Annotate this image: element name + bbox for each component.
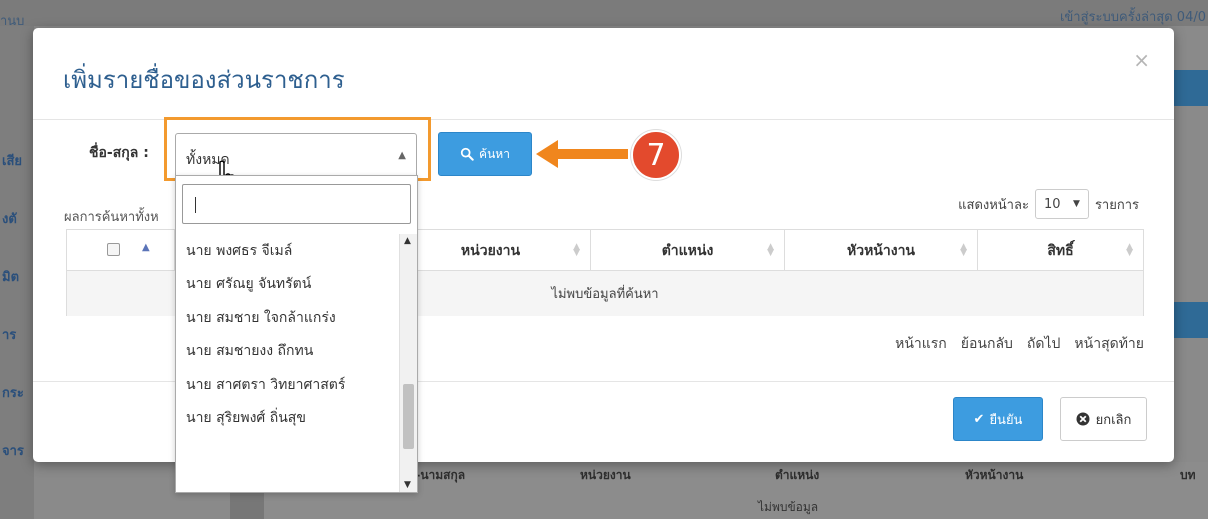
cancel-button-label: ยกเลิก [1095,411,1132,427]
dropdown-options-list: นาย พงศธร จีเมล์ นาย ศรัณยู จันทรัตน์ นา… [176,234,397,492]
dropdown-option[interactable]: นาย ศรัณยู จันทรัตน์ [176,268,397,302]
scroll-up-icon[interactable]: ▲ [404,236,411,246]
background-topbar: านบ เข้าสู่ระบบครั้งล่าสุด 04/0 [0,0,1208,29]
background-panel-header [1174,302,1208,338]
check-icon: ✔ [973,411,985,426]
background-table-header: หัวหน้างาน [965,468,1024,482]
search-button[interactable]: ค้นหา [438,132,532,176]
caret-up-icon: ▲ [398,150,406,161]
pager-previous[interactable]: ย้อนกลับ [961,333,1013,355]
background-table-header: บท [1180,468,1196,482]
cancel-button[interactable]: ยกเลิก [1060,397,1147,441]
pagination: หน้าแรก ย้อนกลับ ถัดไป หน้าสุดท้าย [895,333,1144,355]
page-size-suffix: รายการ [1094,197,1139,213]
annotation-arrow-icon [536,140,628,168]
last-login-text: เข้าสู่ระบบครั้งล่าสุด 04/0 [1059,10,1206,25]
modal-title: เพิ่มรายชื่อของส่วนราชการ [63,66,345,94]
background-panel-header [1174,70,1208,106]
sort-icon: ▲ ▼ [767,242,774,258]
caret-down-icon: ▼ [1073,199,1080,209]
close-icon[interactable]: × [1133,48,1150,72]
sidebar-item[interactable]: จาร [2,440,24,461]
scrollbar-thumb[interactable] [403,384,414,449]
sort-icon: ▲ ▼ [960,242,967,258]
background-table-header: หน่วยงาน [580,468,631,482]
page-size-label: แสดงหน้าละ [958,197,1029,213]
dropdown-option[interactable]: นาย สมชาย ใจกล้าแกร่ง [176,301,397,335]
pager-next[interactable]: ถัดไป [1027,333,1061,355]
sidebar-item[interactable]: งตั [2,208,17,229]
sidebar-item[interactable]: าร [2,324,16,345]
sort-icon: ▲ ▼ [573,242,580,258]
text-caret [195,197,196,213]
page-size-value: 10 [1043,196,1061,212]
dropdown-option[interactable]: นาย สาศตรา วิทยาศาสตร์ [176,368,397,402]
dropdown-search-input[interactable] [182,184,411,224]
dropdown-scrollbar[interactable]: ▲ ▼ [399,234,417,492]
table-header-select: ▲ [67,230,175,271]
pager-first[interactable]: หน้าแรก [895,333,947,355]
table-header-position[interactable]: ตำแหน่ง ▲ ▼ [591,230,785,271]
cancel-circle-icon [1076,412,1090,426]
table-header-label: สิทธิ์ [1047,242,1074,259]
search-icon [460,147,474,161]
confirm-button[interactable]: ✔ ยืนยัน [953,397,1043,441]
page-size-select[interactable]: 10 ▼ [1034,189,1089,219]
search-button-label: ค้นหา [479,146,510,161]
table-header-label: หน่วยงาน [460,242,521,259]
table-header-supervisor[interactable]: หัวหน้างาน ▲ ▼ [785,230,978,271]
dropdown-option[interactable]: นาย สมชายงง ถึกทน [176,335,397,369]
sidebar-item[interactable]: เสีย [2,150,22,171]
step-number-badge: 7 [631,130,681,180]
table-header-unit[interactable]: หน่วยงาน ▲ ▼ [391,230,591,271]
table-header-rights[interactable]: สิทธิ์ ▲ ▼ [978,230,1143,271]
dropdown-option[interactable]: นาย พงศธร จีเมล์ [176,234,397,268]
name-search-label: ชื่อ-สกุล : [89,145,149,161]
dropdown-option[interactable]: นาย สุริยพงศ์ ถิ่นสุข [176,402,397,436]
page-size-control: แสดงหน้าละ 10 ▼ รายการ [958,189,1139,219]
results-count-label: ผลการค้นหาทั้งห [64,210,159,225]
sort-icon: ▲ ▼ [1126,242,1133,258]
confirm-button-label: ยืนยัน [989,411,1023,427]
select-all-checkbox[interactable] [107,243,120,256]
background-empty-text: ไม่พบข้อมูล [758,500,819,514]
modal-header: เพิ่มรายชื่อของส่วนราชการ × [33,28,1174,120]
table-header-label: ตำแหน่ง [661,242,714,259]
table-header-label: หัวหน้างาน [846,242,916,259]
name-select-dropdown: นาย พงศธร จีเมล์ นาย ศรัณยู จันทรัตน์ นา… [175,175,418,493]
pager-last[interactable]: หน้าสุดท้าย [1074,333,1144,355]
background-table-header: ตำแหน่ง [775,468,820,482]
sidebar-item[interactable]: กระ [2,382,24,403]
scroll-down-icon[interactable]: ▼ [404,480,411,490]
sidebar-item[interactable]: มิต [2,266,19,287]
sort-asc-icon[interactable]: ▲ [142,242,150,253]
background-sidebar: เสีย งตั มิต าร กระ จาร [0,26,34,519]
